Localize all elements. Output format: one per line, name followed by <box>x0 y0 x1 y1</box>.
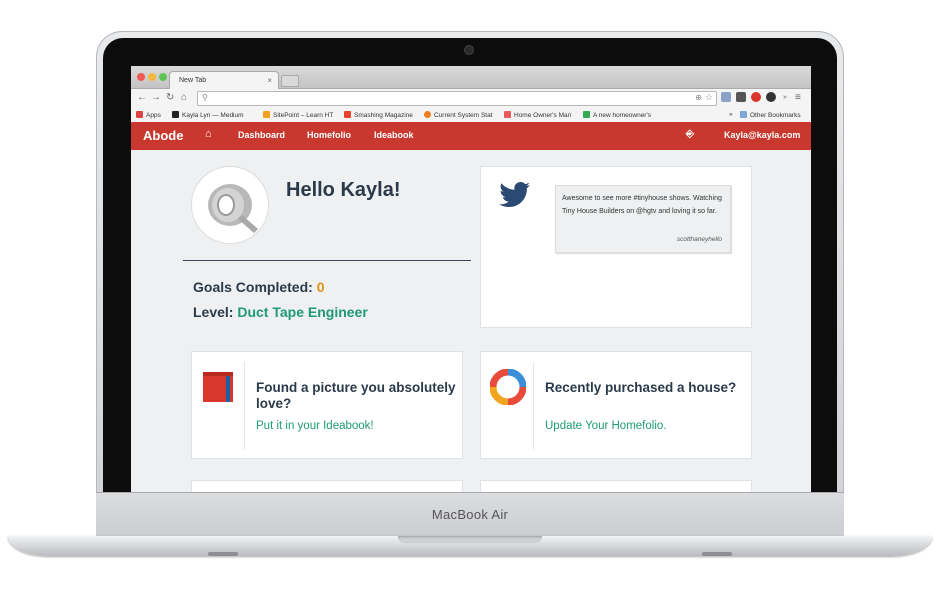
extension-badge-icon[interactable] <box>751 92 761 102</box>
book-icon <box>203 372 233 402</box>
tweet-handle[interactable]: scotthaneyhello <box>677 234 722 247</box>
card-divider <box>533 362 534 450</box>
bookmark-new-homeowner[interactable]: A new homeowner's <box>583 111 651 119</box>
ideabook-link[interactable]: Put it in your Ideabook! <box>256 420 374 432</box>
back-arrow-icon[interactable]: ← <box>137 92 147 104</box>
greeting: Hello Kayla! <box>286 179 401 201</box>
search-icon: ⚲ <box>202 93 208 102</box>
twitter-bird-icon <box>499 182 530 207</box>
goals-stat: Goals Completed: 0 <box>193 279 324 295</box>
browser-tabstrip: New Tab × <box>131 66 811 89</box>
tweet-text: Awesome to see more #tinyhouse shows. Wa… <box>562 195 722 215</box>
app-navbar: Abode ⌂ Dashboard Homefolio Ideabook ⎆ K… <box>131 122 811 150</box>
lifebuoy-icon <box>490 369 526 405</box>
new-tab-button[interactable] <box>281 75 299 87</box>
minimize-window-icon[interactable] <box>148 73 156 81</box>
address-bar[interactable]: ⚲ ⊕ ☆ <box>197 91 717 106</box>
duct-tape-icon <box>208 184 258 233</box>
pocket-icon[interactable] <box>736 92 746 102</box>
home-owner-icon <box>504 111 511 118</box>
apps-grid-icon <box>136 111 143 118</box>
bookmarks-bar: Apps Kayla Lyn — Medium SitePoint – Lear… <box>131 107 811 123</box>
forward-arrow-icon[interactable]: → <box>151 92 161 104</box>
card-placeholder <box>480 480 752 492</box>
level-stat: Level: Duct Tape Engineer <box>193 304 368 320</box>
browser-tab[interactable]: New Tab × <box>169 71 279 89</box>
home-icon[interactable]: ⌂ <box>181 92 187 104</box>
bookmark-home-owner[interactable]: Home Owner's Man <box>504 111 571 119</box>
laptop-foot <box>702 552 732 556</box>
card-title: Found a picture you absolutely love? <box>256 380 456 411</box>
goals-value: 0 <box>316 279 325 295</box>
bookmark-smashing[interactable]: Smashing Magazine <box>344 111 413 119</box>
other-bookmarks[interactable]: Other Bookmarks <box>740 111 801 119</box>
level-label: Level: <box>193 304 234 320</box>
laptop-notch <box>398 536 542 543</box>
location-icon[interactable]: ⊕ <box>695 93 702 102</box>
goals-label: Goals Completed: <box>193 279 313 295</box>
homefolio-card[interactable]: Recently purchased a house? Update Your … <box>480 351 752 459</box>
menu-icon[interactable]: ≡ <box>795 92 801 104</box>
card-placeholder <box>191 480 463 492</box>
avatar <box>191 166 269 244</box>
brand-logo[interactable]: Abode <box>143 128 183 143</box>
reload-icon[interactable]: ↻ <box>166 92 174 104</box>
twitter-card: Awesome to see more #tinyhouse shows. Wa… <box>480 166 752 328</box>
bookmark-apps[interactable]: Apps <box>136 111 161 119</box>
card-title: Recently purchased a house? <box>545 380 737 395</box>
bookmark-sitepoint[interactable]: SitePoint – Learn HT <box>263 111 333 119</box>
tab-title: New Tab <box>179 77 207 84</box>
nav-ideabook[interactable]: Ideabook <box>374 130 414 140</box>
laptop-foot <box>208 552 238 556</box>
close-window-icon[interactable] <box>137 73 145 81</box>
tab-close-icon[interactable]: × <box>267 76 272 85</box>
bookmark-system-status[interactable]: Current System Stat <box>424 111 493 119</box>
sitepoint-icon <box>263 111 270 118</box>
user-email[interactable]: Kayla@kayla.com <box>724 130 800 140</box>
nav-dashboard[interactable]: Dashboard <box>238 130 285 140</box>
laptop-model-label: MacBook Air <box>431 507 509 522</box>
status-icon <box>424 111 431 118</box>
folder-icon <box>740 111 747 118</box>
extension-icon[interactable] <box>766 92 776 102</box>
bookmark-star-icon[interactable]: ☆ <box>705 92 713 103</box>
overflow-icon[interactable]: » <box>783 92 787 104</box>
bookmark-medium[interactable]: Kayla Lyn — Medium <box>172 111 244 119</box>
webcam-icon <box>465 46 473 54</box>
browser-toolbar: ← → ↻ ⌂ ⚲ ⊕ ☆ » ≡ <box>131 89 811 107</box>
sign-out-icon[interactable]: ⎆ <box>686 129 694 140</box>
profile-divider <box>183 260 471 261</box>
smashing-icon <box>344 111 351 118</box>
bookmarks-overflow[interactable]: » <box>729 111 733 118</box>
ideabook-card[interactable]: Found a picture you absolutely love? Put… <box>191 351 463 459</box>
level-value: Duct Tape Engineer <box>237 304 368 320</box>
screen: New Tab × ← → ↻ ⌂ ⚲ ⊕ ☆ » ≡ Apps Kayla L… <box>131 66 811 492</box>
extension-icon[interactable] <box>721 92 731 102</box>
zoom-window-icon[interactable] <box>159 73 167 81</box>
nav-homefolio[interactable]: Homefolio <box>307 130 351 140</box>
medium-icon <box>172 111 179 118</box>
arrow-icon <box>583 111 590 118</box>
tweet-bubble: Awesome to see more #tinyhouse shows. Wa… <box>555 185 731 253</box>
home-icon[interactable]: ⌂ <box>205 128 212 140</box>
homefolio-link[interactable]: Update Your Homefolio. <box>545 420 666 432</box>
card-divider <box>244 362 245 450</box>
